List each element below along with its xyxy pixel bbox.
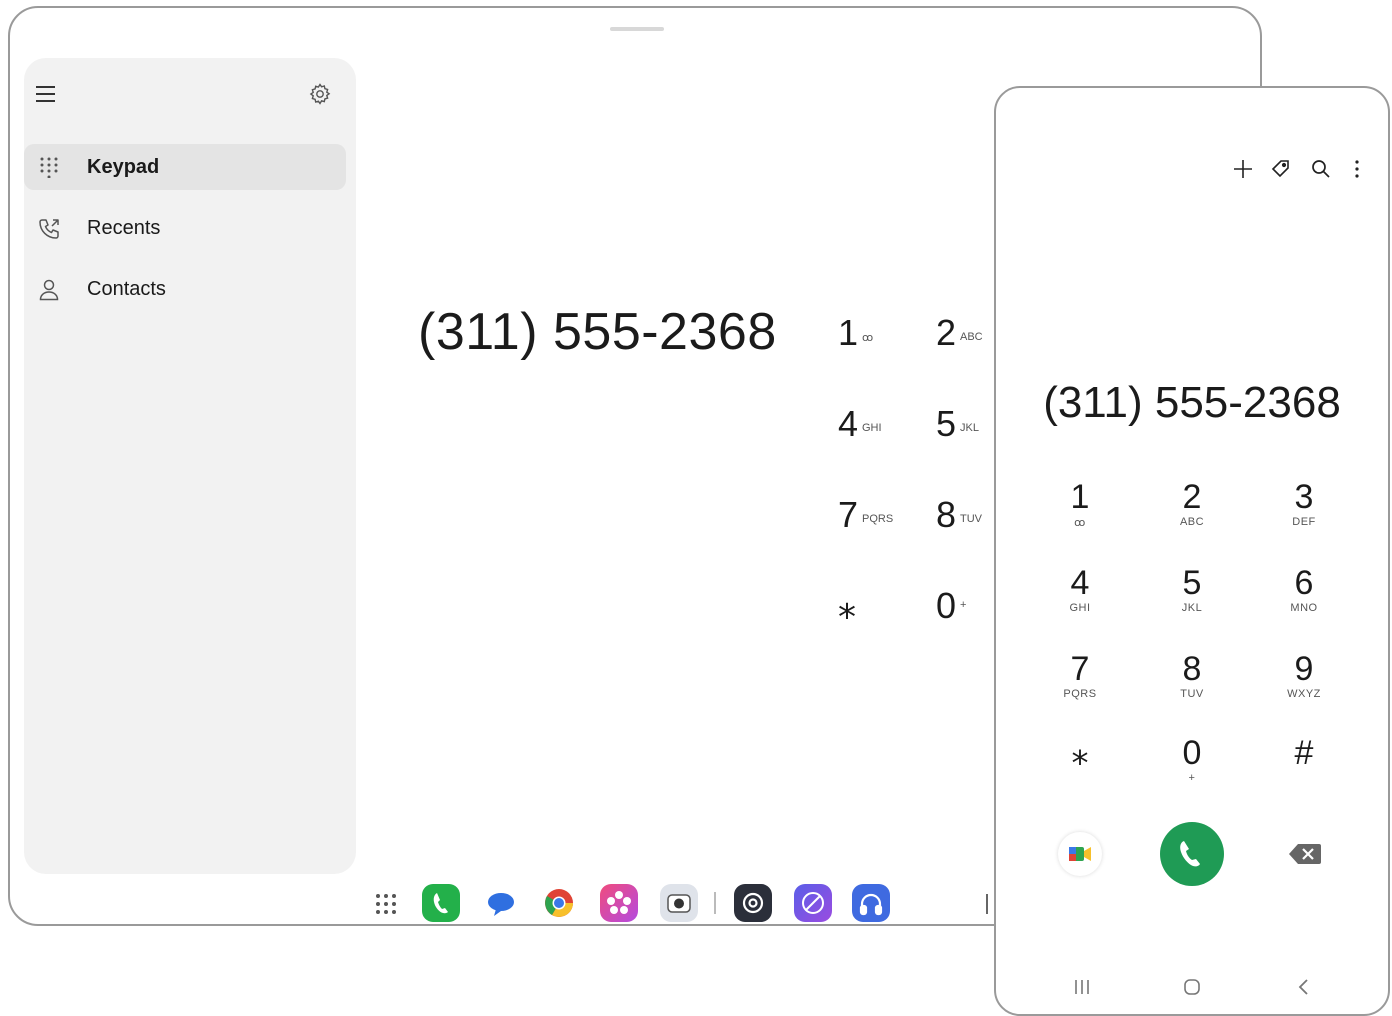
key-digit: 0 bbox=[1182, 734, 1202, 772]
back-nav-icon[interactable] bbox=[1294, 978, 1314, 1001]
dialpad-icon bbox=[38, 156, 60, 183]
internet-app-icon[interactable] bbox=[794, 884, 832, 922]
key-letters: GHI bbox=[862, 422, 882, 434]
key-letters: PQRS bbox=[862, 513, 894, 525]
settings-gear-icon[interactable] bbox=[308, 82, 332, 111]
key-digit: 9 bbox=[1294, 650, 1314, 688]
key-digit: 0 bbox=[936, 585, 957, 626]
key-digit: 2 bbox=[1182, 478, 1202, 516]
key-digit: ⁎ bbox=[1071, 734, 1089, 772]
key-letters: DEF bbox=[1292, 516, 1316, 528]
key-digit: 3 bbox=[1294, 478, 1314, 516]
key-letters: GHI bbox=[1069, 602, 1091, 614]
messages-app-icon[interactable] bbox=[482, 884, 520, 922]
key-8[interactable]: 8 TUV bbox=[1142, 652, 1242, 722]
key-digit: 5 bbox=[1182, 564, 1202, 602]
music-app-icon[interactable] bbox=[852, 884, 890, 922]
key-digit: 5 bbox=[936, 403, 957, 444]
apps-grid-icon[interactable] bbox=[376, 894, 400, 918]
voicemail-label: ꝏ bbox=[1074, 517, 1086, 529]
key-letters: WXYZ bbox=[1287, 688, 1321, 700]
key-letters: TUV bbox=[960, 513, 982, 525]
key-5[interactable]: 5 JKL bbox=[1142, 566, 1242, 636]
search-icon[interactable] bbox=[1310, 158, 1332, 182]
tag-icon[interactable] bbox=[1270, 158, 1292, 182]
key-star[interactable]: ⁎ bbox=[838, 585, 918, 635]
video-call-button[interactable] bbox=[1058, 832, 1102, 876]
key-digit: 1 bbox=[1070, 478, 1090, 516]
window-drag-handle[interactable] bbox=[610, 27, 664, 31]
sidebar-item-label: Recents bbox=[87, 217, 161, 239]
key-digit: 6 bbox=[1294, 564, 1314, 602]
key-6[interactable]: 6 MNO bbox=[1254, 566, 1354, 636]
key-letters: + bbox=[960, 599, 967, 611]
key-1[interactable]: 1ꝏ bbox=[1030, 480, 1130, 550]
key-7[interactable]: 7 PQRS bbox=[838, 494, 918, 544]
key-star[interactable]: ⁎ bbox=[1030, 736, 1130, 806]
key-digit: ⁎ bbox=[838, 585, 856, 626]
voicemail-label: ꝏ bbox=[862, 332, 874, 344]
contact-person-icon bbox=[38, 278, 60, 307]
key-digit: 1 bbox=[838, 312, 859, 353]
key-letters: JKL bbox=[1181, 602, 1203, 614]
key-hash[interactable]: # bbox=[1254, 736, 1354, 806]
key-digit: 4 bbox=[838, 403, 859, 444]
key-letters: JKL bbox=[960, 422, 979, 434]
key-0[interactable]: 0 + bbox=[1142, 736, 1242, 806]
sidebar-item-label: Contacts bbox=[87, 278, 166, 300]
sidebar-item-contacts[interactable]: Contacts bbox=[24, 266, 346, 312]
dock-divider bbox=[714, 892, 716, 914]
sidebar-item-recents[interactable]: Recents bbox=[24, 205, 346, 251]
chrome-app-icon[interactable] bbox=[540, 884, 578, 922]
sidebar-item-label: Keypad bbox=[87, 156, 160, 178]
gallery-app-icon[interactable] bbox=[600, 884, 638, 922]
camera-app-icon[interactable] bbox=[660, 884, 698, 922]
settings-app-icon[interactable] bbox=[734, 884, 772, 922]
key-digit: 8 bbox=[1182, 650, 1202, 688]
add-contact-icon[interactable] bbox=[1232, 158, 1254, 182]
key-digit: 7 bbox=[1070, 650, 1090, 688]
dialed-number: (311) 555-2368 bbox=[418, 303, 777, 361]
key-4[interactable]: 4 GHI bbox=[1030, 566, 1130, 636]
recent-apps-icon[interactable] bbox=[986, 894, 988, 914]
key-letters: ABC bbox=[1179, 516, 1205, 528]
key-digit: 7 bbox=[838, 494, 859, 535]
call-button[interactable] bbox=[1160, 822, 1224, 886]
key-7[interactable]: 7 PQRS bbox=[1030, 652, 1130, 722]
key-9[interactable]: 9 WXYZ bbox=[1254, 652, 1354, 722]
key-3[interactable]: 3 DEF bbox=[1254, 480, 1354, 550]
key-2[interactable]: 2 ABC bbox=[1142, 480, 1242, 550]
key-letters: MNO bbox=[1290, 602, 1318, 614]
key-digit: 2 bbox=[936, 312, 957, 353]
phone-app-icon[interactable] bbox=[422, 884, 460, 922]
backspace-icon[interactable] bbox=[1288, 842, 1322, 871]
home-nav-icon[interactable] bbox=[1182, 978, 1202, 1001]
key-digit: # bbox=[1294, 734, 1314, 772]
key-1[interactable]: 1 ꝏ bbox=[838, 312, 918, 362]
phone-window: (311) 555-2368 1ꝏ 2 ABC 3 DEF 4 GHI 5 JKL 6M… bbox=[994, 86, 1390, 1016]
recent-calls-icon bbox=[38, 217, 62, 246]
key-letters: TUV bbox=[1180, 688, 1204, 700]
recent-apps-nav-icon[interactable] bbox=[1072, 978, 1092, 1001]
key-4[interactable]: 4 GHI bbox=[838, 403, 918, 453]
sidebar-item-keypad[interactable]: Keypad bbox=[24, 144, 346, 190]
more-options-icon[interactable] bbox=[1346, 158, 1368, 182]
key-letters: ABC bbox=[960, 331, 983, 343]
dialed-number: (311) 555-2368 bbox=[1043, 378, 1341, 427]
menu-icon[interactable] bbox=[36, 86, 56, 104]
key-letters: + bbox=[1188, 772, 1196, 784]
key-digit: 4 bbox=[1070, 564, 1090, 602]
key-letters: PQRS bbox=[1063, 688, 1097, 700]
key-digit: 8 bbox=[936, 494, 957, 535]
